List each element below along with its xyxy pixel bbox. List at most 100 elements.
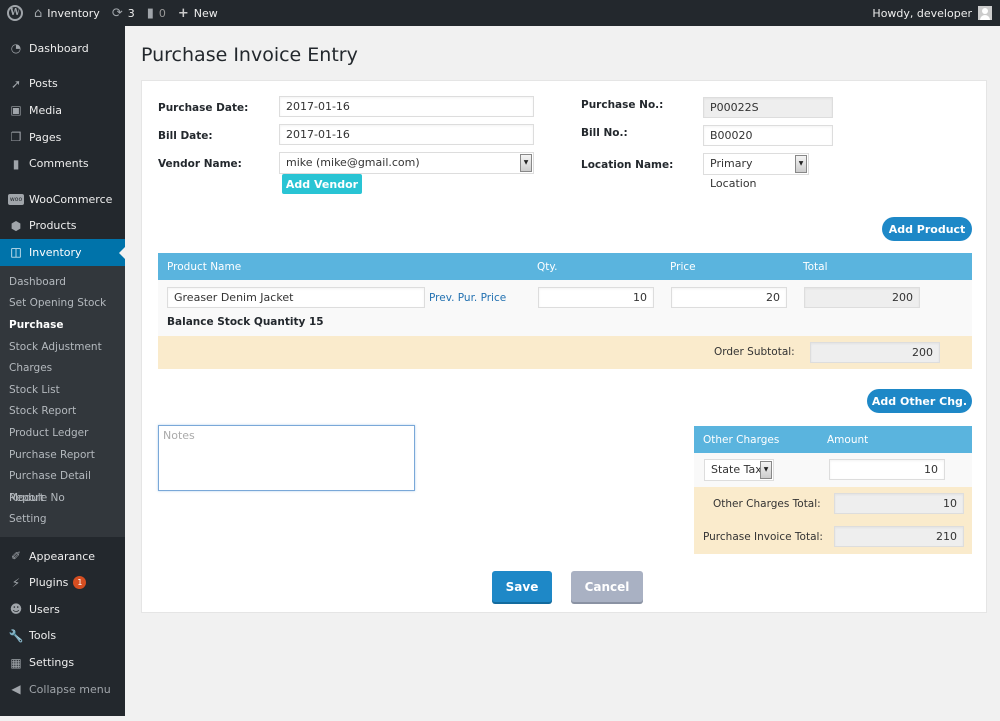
wrench-icon: 🔧	[8, 628, 24, 643]
sidebar-item-plugins[interactable]: ⚡ Plugins 1	[0, 569, 125, 596]
purchase-invoice-total-input[interactable]: 210	[834, 526, 964, 547]
my-account[interactable]: Howdy, developer	[872, 6, 1000, 20]
collapse-icon: ◀	[11, 682, 21, 697]
submenu-set-opening-stock[interactable]: Set Opening Stock	[0, 293, 125, 315]
cancel-button[interactable]: Cancel	[571, 571, 643, 602]
qty-input[interactable]: 10	[538, 287, 654, 308]
submenu-stock-report[interactable]: Stock Report	[0, 401, 125, 423]
bill-no-input[interactable]: B00020	[703, 125, 833, 146]
submenu-setting[interactable]: Setting	[0, 509, 125, 531]
submenu-purchase-report[interactable]: Purchase Report	[0, 445, 125, 467]
pages-icon: ❐	[10, 130, 22, 145]
bill-date-input[interactable]: 2017-01-16	[279, 124, 534, 145]
home-icon: ⌂	[34, 5, 43, 21]
sidebar-item-tools[interactable]: 🔧 Tools	[0, 623, 125, 650]
column-header-product-name: Product Name	[167, 261, 242, 273]
prev-purchase-price-link[interactable]: Prev. Pur. Price	[429, 292, 506, 304]
sidebar-item-woocommerce[interactable]: woo WooCommerce	[0, 186, 125, 213]
notes-textarea[interactable]: Notes	[158, 425, 415, 491]
bill-date-label: Bill Date:	[158, 130, 213, 142]
column-header-qty: Qty.	[537, 261, 558, 273]
add-vendor-button[interactable]: Add Vendor	[282, 174, 362, 194]
bill-no-label: Bill No.:	[581, 127, 628, 139]
plugins-update-badge: 1	[73, 576, 87, 590]
updates-link[interactable]: ⟳ 3	[106, 0, 141, 26]
user-icon: ☻	[9, 602, 23, 617]
charge-type-select[interactable]: State Tax ▼	[704, 459, 774, 481]
price-input[interactable]: 20	[671, 287, 787, 308]
sidebar-item-inventory[interactable]: ◫ Inventory	[0, 239, 125, 266]
refresh-icon: ⟳	[111, 5, 123, 21]
add-other-charge-button[interactable]: Add Other Chg.	[867, 389, 972, 413]
plug-icon: ⚡	[11, 575, 21, 590]
sidebar-item-media[interactable]: ▣ Media	[0, 97, 125, 124]
purchase-no-label: Purchase No.:	[581, 99, 664, 111]
other-charges-total-label: Other Charges Total:	[713, 498, 821, 510]
purchase-date-label: Purchase Date:	[158, 102, 249, 114]
chevron-down-icon: ▼	[760, 461, 772, 479]
comment-icon: ▮	[12, 156, 20, 171]
sidebar-item-comments[interactable]: ▮ Comments	[0, 150, 125, 177]
site-name-link[interactable]: ⌂ Inventory	[28, 0, 106, 26]
products-table-header: Product Name Qty. Price Total	[158, 253, 972, 280]
submenu-charges[interactable]: Charges	[0, 358, 125, 380]
column-header-total: Total	[803, 261, 828, 273]
order-subtotal-label: Order Subtotal:	[714, 346, 795, 358]
page-title: Purchase Invoice Entry	[141, 44, 358, 66]
chevron-down-icon: ▼	[520, 154, 532, 172]
purchase-invoice-total-label: Purchase Invoice Total:	[703, 531, 823, 543]
new-content-link[interactable]: + New	[172, 0, 224, 26]
admin-sidebar: ◔ Dashboard ➚ Posts ▣ Media ❐ Pages ▮ Comment…	[0, 26, 125, 716]
line-total-input[interactable]: 200	[804, 287, 920, 308]
save-button[interactable]: Save	[492, 571, 552, 602]
collapse-menu-button[interactable]: ◀ Collapse menu	[0, 676, 125, 703]
other-charges-table-header: Other Charges Amount	[694, 426, 972, 453]
submenu-purchase[interactable]: Purchase	[0, 315, 125, 337]
purchase-date-input[interactable]: 2017-01-16	[279, 96, 534, 117]
submenu-dashboard[interactable]: Dashboard	[0, 272, 125, 294]
sidebar-item-settings[interactable]: ▦ Settings	[0, 649, 125, 676]
sidebar-item-pages[interactable]: ❐ Pages	[0, 124, 125, 151]
plus-icon: +	[177, 5, 189, 21]
sidebar-item-dashboard[interactable]: ◔ Dashboard	[0, 35, 125, 62]
woocommerce-icon: woo	[8, 193, 24, 205]
sidebar-item-posts[interactable]: ➚ Posts	[0, 71, 125, 98]
purchase-no-input[interactable]: P00022S	[703, 97, 833, 118]
balance-stock-quantity: Balance Stock Quantity 15	[167, 316, 324, 328]
product-name-input[interactable]: Greaser Denim Jacket	[167, 287, 425, 308]
sidebar-item-appearance[interactable]: ✐ Appearance	[0, 543, 125, 570]
column-header-amount: Amount	[827, 434, 869, 446]
inventory-icon: ◫	[10, 245, 22, 260]
vendor-select[interactable]: mike (mike@gmail.com) ▼	[279, 152, 534, 174]
box-icon: ⬢	[10, 218, 22, 233]
sidebar-item-products[interactable]: ⬢ Products	[0, 213, 125, 240]
brush-icon: ✐	[10, 549, 22, 564]
comment-icon: ▮	[146, 5, 154, 21]
chevron-down-icon: ▼	[795, 155, 807, 173]
submenu-module-no[interactable]: Module No	[0, 488, 125, 510]
inventory-submenu: Dashboard Set Opening Stock Purchase Sto…	[0, 265, 125, 537]
wordpress-logo-icon[interactable]: W	[2, 0, 28, 26]
column-header-other-charges: Other Charges	[703, 434, 780, 446]
order-subtotal-input[interactable]: 200	[810, 342, 940, 363]
location-select[interactable]: Primary Location ▼	[703, 153, 809, 190]
avatar	[978, 6, 992, 20]
add-product-button[interactable]: Add Product	[882, 217, 972, 241]
other-charges-total-input[interactable]: 10	[834, 493, 964, 514]
vendor-name-label: Vendor Name:	[158, 158, 242, 170]
column-header-price: Price	[670, 261, 696, 273]
comments-link[interactable]: ▮ 0	[141, 0, 172, 26]
purchase-invoice-form: Purchase Date: 2017-01-16 Bill Date: 201…	[141, 80, 987, 613]
media-icon: ▣	[10, 103, 22, 118]
admin-bar: W ⌂ Inventory ⟳ 3 ▮ 0 + New Howdy, devel…	[0, 0, 1000, 26]
submenu-stock-list[interactable]: Stock List	[0, 380, 125, 402]
dashboard-icon: ◔	[10, 41, 22, 56]
submenu-purchase-detail-report[interactable]: Purchase Detail Report	[0, 466, 125, 504]
sidebar-item-users[interactable]: ☻ Users	[0, 596, 125, 623]
charge-amount-input[interactable]: 10	[829, 459, 945, 480]
settings-icon: ▦	[10, 655, 22, 670]
submenu-stock-adjustment[interactable]: Stock Adjustment	[0, 337, 125, 359]
location-name-label: Location Name:	[581, 159, 674, 171]
pin-icon: ➚	[10, 76, 22, 91]
submenu-product-ledger[interactable]: Product Ledger	[0, 423, 125, 445]
